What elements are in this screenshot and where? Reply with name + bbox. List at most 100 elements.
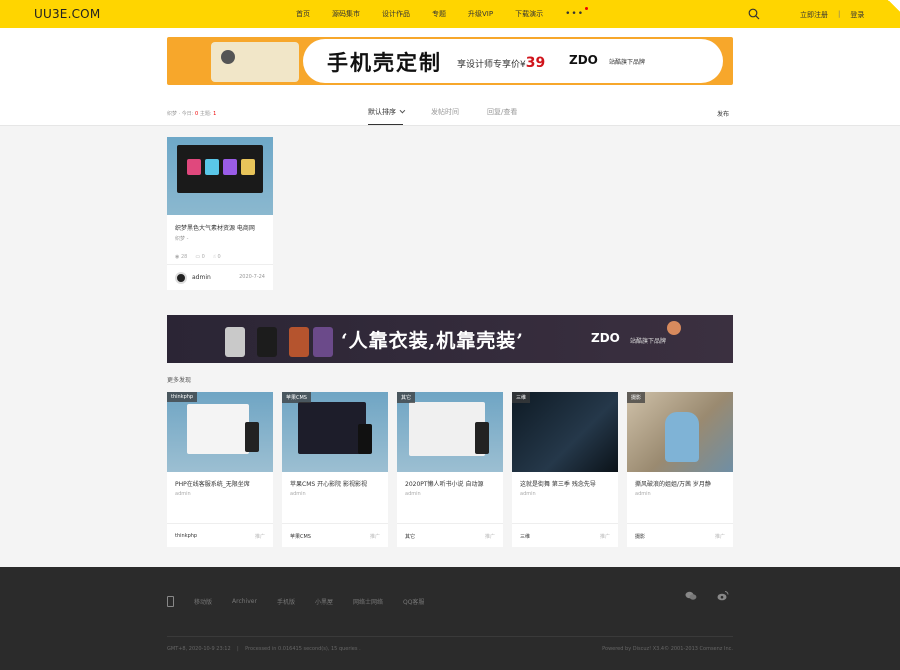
- user-links: 立即注册 | 登录: [800, 10, 864, 20]
- banner-promo-text: 享设计师专享价¥: [457, 60, 526, 70]
- ad-label: 推广: [369, 534, 380, 540]
- discover-tag: 苹果CMS: [282, 392, 311, 403]
- discover-card[interactable]: 其它 2020PT懒人听书小说 自动源 admin 其它 推广: [397, 392, 503, 547]
- discover-author: admin: [520, 491, 536, 497]
- tab-default-sort[interactable]: 默认排序: [368, 107, 406, 125]
- search-icon[interactable]: [748, 8, 760, 20]
- wechat-icon[interactable]: [685, 590, 697, 602]
- thread-author[interactable]: admin: [192, 274, 211, 281]
- tab-reply-view[interactable]: 回复/查看: [487, 107, 517, 125]
- discover-card[interactable]: 摄影 撕风破浪的姐姐/万茜 岁月静 admin 摄影 推广: [627, 392, 733, 547]
- nav-item-topics[interactable]: 专题: [432, 9, 446, 19]
- nav-item-upgrade-vip[interactable]: 升级VIP: [468, 9, 493, 19]
- discover-card[interactable]: 三维 这就是街舞 第三季 残念先导 admin 三维 推广: [512, 392, 618, 547]
- movie-site-image: [298, 402, 366, 454]
- banner-promo: 享设计师专享价¥39: [457, 55, 545, 71]
- discover-category[interactable]: 其它: [405, 533, 415, 540]
- footer-link-network[interactable]: 网络士网络: [353, 597, 383, 606]
- footer-links: 移动版 Archiver 手机版 小黑屋 网络士网络 QQ客服: [167, 596, 424, 607]
- tab-post-time[interactable]: 发帖时间: [431, 107, 459, 125]
- nav-item-source-market[interactable]: 源码集市: [332, 9, 360, 19]
- discover-thumbnail[interactable]: 其它: [397, 392, 503, 472]
- ad-label: 推广: [484, 534, 495, 540]
- site-logo[interactable]: UU3E.COM: [34, 7, 100, 21]
- discover-thumbnail[interactable]: 三维: [512, 392, 618, 472]
- phone-image: [245, 422, 259, 452]
- discover-tag: 其它: [397, 392, 416, 403]
- notification-dot: [585, 7, 589, 10]
- footer-link-blacklist[interactable]: 小黑屋: [315, 597, 333, 606]
- discover-tag: 摄影: [627, 392, 646, 403]
- banner-price: 39: [525, 55, 546, 71]
- discover-title[interactable]: 撕风破浪的姐姐/万茜 岁月静: [635, 479, 725, 488]
- discover-footer: 摄影 推广: [627, 523, 733, 547]
- stats-prefix: 织梦 · 今日:: [167, 111, 196, 117]
- weibo-icon[interactable]: [717, 590, 729, 602]
- discover-title[interactable]: PHP在线客服系统_无限坐席: [175, 479, 265, 488]
- main-nav: 首页 源码集市 设计作品 专题 升级VIP 下载演示 •••: [296, 0, 589, 28]
- nav-more-button[interactable]: •••: [565, 7, 589, 19]
- ad-banner-top[interactable]: 手机壳定制 享设计师专享价¥39 ZDO 站酷旗下品牌: [167, 37, 733, 85]
- nav-item-home[interactable]: 首页: [296, 9, 310, 19]
- nav-item-design-works[interactable]: 设计作品: [382, 9, 410, 19]
- discover-category[interactable]: 苹果CMS: [290, 533, 311, 540]
- discover-category[interactable]: 三维: [520, 533, 530, 540]
- discover-card[interactable]: thinkphp PHP在线客服系统_无限坐席 admin thinkphp 推…: [167, 392, 273, 547]
- register-link[interactable]: 立即注册: [800, 10, 828, 20]
- discover-thumbnail[interactable]: thinkphp: [167, 392, 273, 472]
- chat-screen-image: [187, 404, 249, 454]
- new-post-button[interactable]: 发布: [717, 109, 729, 118]
- discover-card[interactable]: 苹果CMS 苹果CMS 开心影院 影视影视 admin 苹果CMS 推广: [282, 392, 388, 547]
- avatar[interactable]: [175, 272, 187, 284]
- banner-brand-sub: 站酷旗下品牌: [609, 59, 646, 66]
- ad-label: 推广: [254, 534, 265, 540]
- thread-thumbnail[interactable]: [167, 137, 273, 215]
- thread-card[interactable]: 织梦黑色大气素材资源 电商网 织梦 - ◉ 28 ▭ 0 ☝ 0 admin 2…: [167, 137, 273, 290]
- novel-site-image: [409, 402, 485, 456]
- forum-stats: 织梦 · 今日: 0 主题: 1: [167, 110, 216, 117]
- top-bar: UU3E.COM 首页 源码集市 设计作品 专题 升级VIP 下载演示 ••• …: [0, 0, 900, 28]
- thread-footer: admin 2020-7-24: [167, 264, 273, 290]
- social-links: [685, 590, 729, 602]
- discover-title[interactable]: 这就是街舞 第三季 残念先导: [520, 479, 610, 488]
- thread-metrics: ◉ 28 ▭ 0 ☝ 0: [175, 254, 265, 260]
- banner-slogan: ‘人靠衣装,机靠壳装’: [341, 330, 524, 352]
- ad-label: 推广: [599, 534, 610, 540]
- banner-brand-logo: ZDO: [591, 331, 620, 345]
- phone-image: [475, 422, 489, 454]
- banner-brand-logo: ZDO: [569, 53, 598, 67]
- footer-link-qq[interactable]: QQ客服: [403, 597, 424, 606]
- discover-category[interactable]: thinkphp: [175, 533, 197, 539]
- chevron-down-icon: [399, 107, 406, 114]
- discover-title[interactable]: 2020PT懒人听书小说 自动源: [405, 479, 495, 488]
- discover-footer: 其它 推广: [397, 523, 503, 547]
- login-link[interactable]: 登录: [850, 10, 864, 20]
- ad-banner-middle[interactable]: ‘人靠衣装,机靠壳装’ ZDO 站酷旗下品牌: [167, 315, 733, 363]
- footer-link-phone[interactable]: 手机版: [277, 597, 295, 606]
- footer-divider: [167, 636, 733, 637]
- laptop-screen-image: [177, 145, 263, 193]
- discover-author: admin: [290, 491, 306, 497]
- link-separator: |: [838, 10, 841, 18]
- server-time: GMT+8, 2020-10-9 23:12: [167, 646, 231, 652]
- discover-heading: 更多发现: [167, 377, 192, 384]
- powered-by: Powered by Discuz! X3.4© 2001-2013 Comse…: [602, 646, 733, 652]
- discover-footer: 苹果CMS 推广: [282, 523, 388, 547]
- comments-count: ▭ 0: [195, 254, 205, 260]
- banner-headline: 手机壳定制: [327, 50, 442, 75]
- discover-title[interactable]: 苹果CMS 开心影院 影视影视: [290, 479, 380, 488]
- discover-category[interactable]: 摄影: [635, 533, 645, 540]
- footer-separator: |: [237, 646, 239, 652]
- nav-item-download-demo[interactable]: 下载演示: [515, 9, 543, 19]
- discover-author: admin: [635, 491, 651, 497]
- comments-value: 0: [201, 254, 205, 260]
- discover-thumbnail[interactable]: 摄影: [627, 392, 733, 472]
- footer-link-mobile[interactable]: 移动版: [194, 597, 212, 606]
- processing-info: Processed in 0.016415 second(s), 15 quer…: [245, 646, 361, 652]
- discover-footer: 三维 推广: [512, 523, 618, 547]
- likes-count: ☝ 0: [213, 254, 221, 260]
- thread-title[interactable]: 织梦黑色大气素材资源 电商网: [175, 223, 265, 232]
- discover-thumbnail[interactable]: 苹果CMS: [282, 392, 388, 472]
- stats-mid: 主题:: [198, 111, 214, 117]
- footer-link-archiver[interactable]: Archiver: [232, 598, 257, 605]
